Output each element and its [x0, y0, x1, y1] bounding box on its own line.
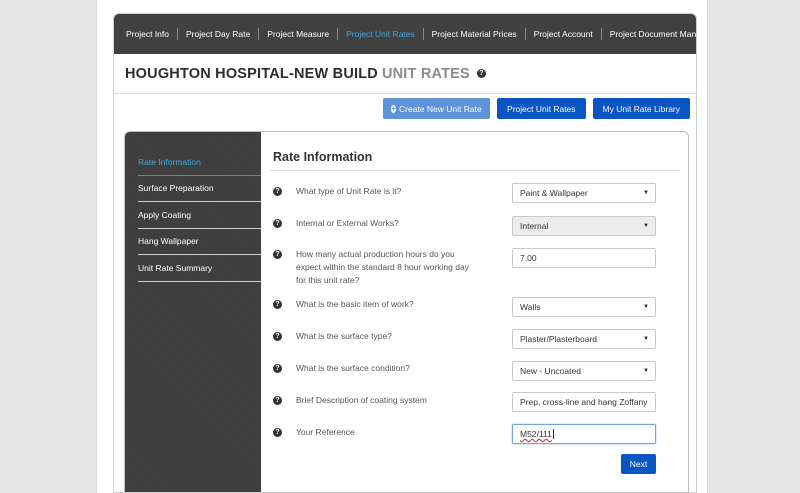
help-icon[interactable]: ?	[273, 396, 282, 405]
select-value: Plaster/Plasterboard	[520, 334, 598, 344]
wizard-sidebar: Rate Information Surface Preparation App…	[125, 132, 261, 492]
question-label: Internal or External Works?	[296, 218, 399, 228]
sidebar-item-unit-rate-summary[interactable]: Unit Rate Summary	[138, 255, 261, 282]
sidebar-item-apply-coating[interactable]: Apply Coating	[138, 202, 261, 229]
create-new-unit-rate-label: Create New Unit Rate	[399, 103, 482, 114]
surface-type-select[interactable]: Plaster/Plasterboard ▼	[512, 329, 656, 349]
help-icon[interactable]: ?	[273, 187, 282, 196]
sidebar-item-hang-wallpaper[interactable]: Hang Wallpaper	[138, 229, 261, 255]
help-icon[interactable]: ?	[273, 428, 282, 437]
action-buttons: + Create New Unit Rate Project Unit Rate…	[383, 98, 690, 119]
page-subtitle: UNIT RATES	[381, 65, 470, 82]
question-label: What is the surface condition?	[296, 363, 410, 373]
unit-rate-type-select[interactable]: Paint & Wallpaper ▼	[512, 183, 656, 203]
form-heading: Rate Information	[273, 150, 373, 164]
rate-panel: Rate Information Surface Preparation App…	[124, 131, 689, 492]
question-label: How many actual production hours do you …	[296, 249, 469, 285]
sidebar-item-surface-preparation[interactable]: Surface Preparation	[138, 176, 261, 202]
production-hours-input[interactable]: 7.00	[512, 248, 656, 268]
help-icon[interactable]: ?	[273, 219, 282, 228]
question-label: What type of Unit Rate is it?	[296, 186, 402, 196]
nav-project-day-rate[interactable]: Project Day Rate	[178, 28, 260, 40]
project-unit-rates-button[interactable]: Project Unit Rates	[497, 98, 586, 119]
text-cursor	[552, 429, 554, 439]
help-icon[interactable]: ?	[273, 332, 282, 341]
nav-project-info[interactable]: Project Info	[118, 28, 178, 40]
dropdown-arrow-icon: ▼	[643, 304, 649, 310]
page-title-row: HOUGHTON HOSPITAL-NEW BUILD UNIT RATES ?	[114, 54, 696, 94]
plus-circle-icon: +	[391, 103, 397, 113]
select-value: Internal	[520, 221, 549, 231]
basic-item-select[interactable]: Walls ▼	[512, 297, 656, 317]
select-value: Walls	[520, 302, 541, 312]
select-value: New - Uncoated	[520, 366, 581, 376]
dropdown-arrow-icon: ▼	[643, 368, 649, 374]
next-button[interactable]: Next	[621, 454, 656, 474]
create-new-unit-rate-button[interactable]: + Create New Unit Rate	[383, 98, 491, 119]
question-label: Brief Description of coating system	[296, 395, 427, 405]
surface-condition-select[interactable]: New - Uncoated ▼	[512, 361, 656, 381]
help-icon[interactable]: ?	[273, 364, 282, 373]
your-reference-input[interactable]: M52/111	[512, 424, 656, 444]
dropdown-arrow-icon: ▼	[643, 336, 649, 342]
my-unit-rate-library-button[interactable]: My Unit Rate Library	[592, 98, 690, 119]
top-nav: Project Info Project Day Rate Project Me…	[114, 14, 696, 54]
help-icon[interactable]: ?	[476, 69, 486, 78]
question-label: What is the basic item of work?	[296, 299, 414, 309]
app-window: Project Info Project Day Rate Project Me…	[113, 13, 697, 493]
sidebar-item-rate-information[interactable]: Rate Information	[138, 149, 261, 176]
internal-external-select[interactable]: Internal ▼	[512, 216, 656, 236]
help-icon[interactable]: ?	[273, 250, 282, 259]
coating-description-input[interactable]: Prep, cross-line and hang Zoffany	[512, 392, 656, 412]
dropdown-arrow-icon: ▼	[643, 190, 649, 196]
page-title: HOUGHTON HOSPITAL-NEW BUILD	[125, 65, 378, 82]
dropdown-arrow-icon: ▼	[643, 223, 649, 229]
question-label: Your Reference	[296, 427, 355, 437]
nav-project-unit-rates[interactable]: Project Unit Rates	[338, 28, 424, 40]
heading-divider	[269, 170, 680, 171]
help-icon[interactable]: ?	[273, 300, 282, 309]
nav-project-measure[interactable]: Project Measure	[259, 28, 339, 40]
select-value: Paint & Wallpaper	[520, 188, 588, 198]
form-content: Rate Information ? What type of Unit Rat…	[261, 132, 688, 492]
nav-project-account[interactable]: Project Account	[526, 28, 602, 40]
nav-project-document-manager[interactable]: Project Document Manager	[602, 28, 696, 40]
question-label: What is the surface type?	[296, 331, 392, 341]
nav-project-material-prices[interactable]: Project Material Prices	[424, 28, 526, 40]
input-value: M52/111	[520, 429, 552, 439]
